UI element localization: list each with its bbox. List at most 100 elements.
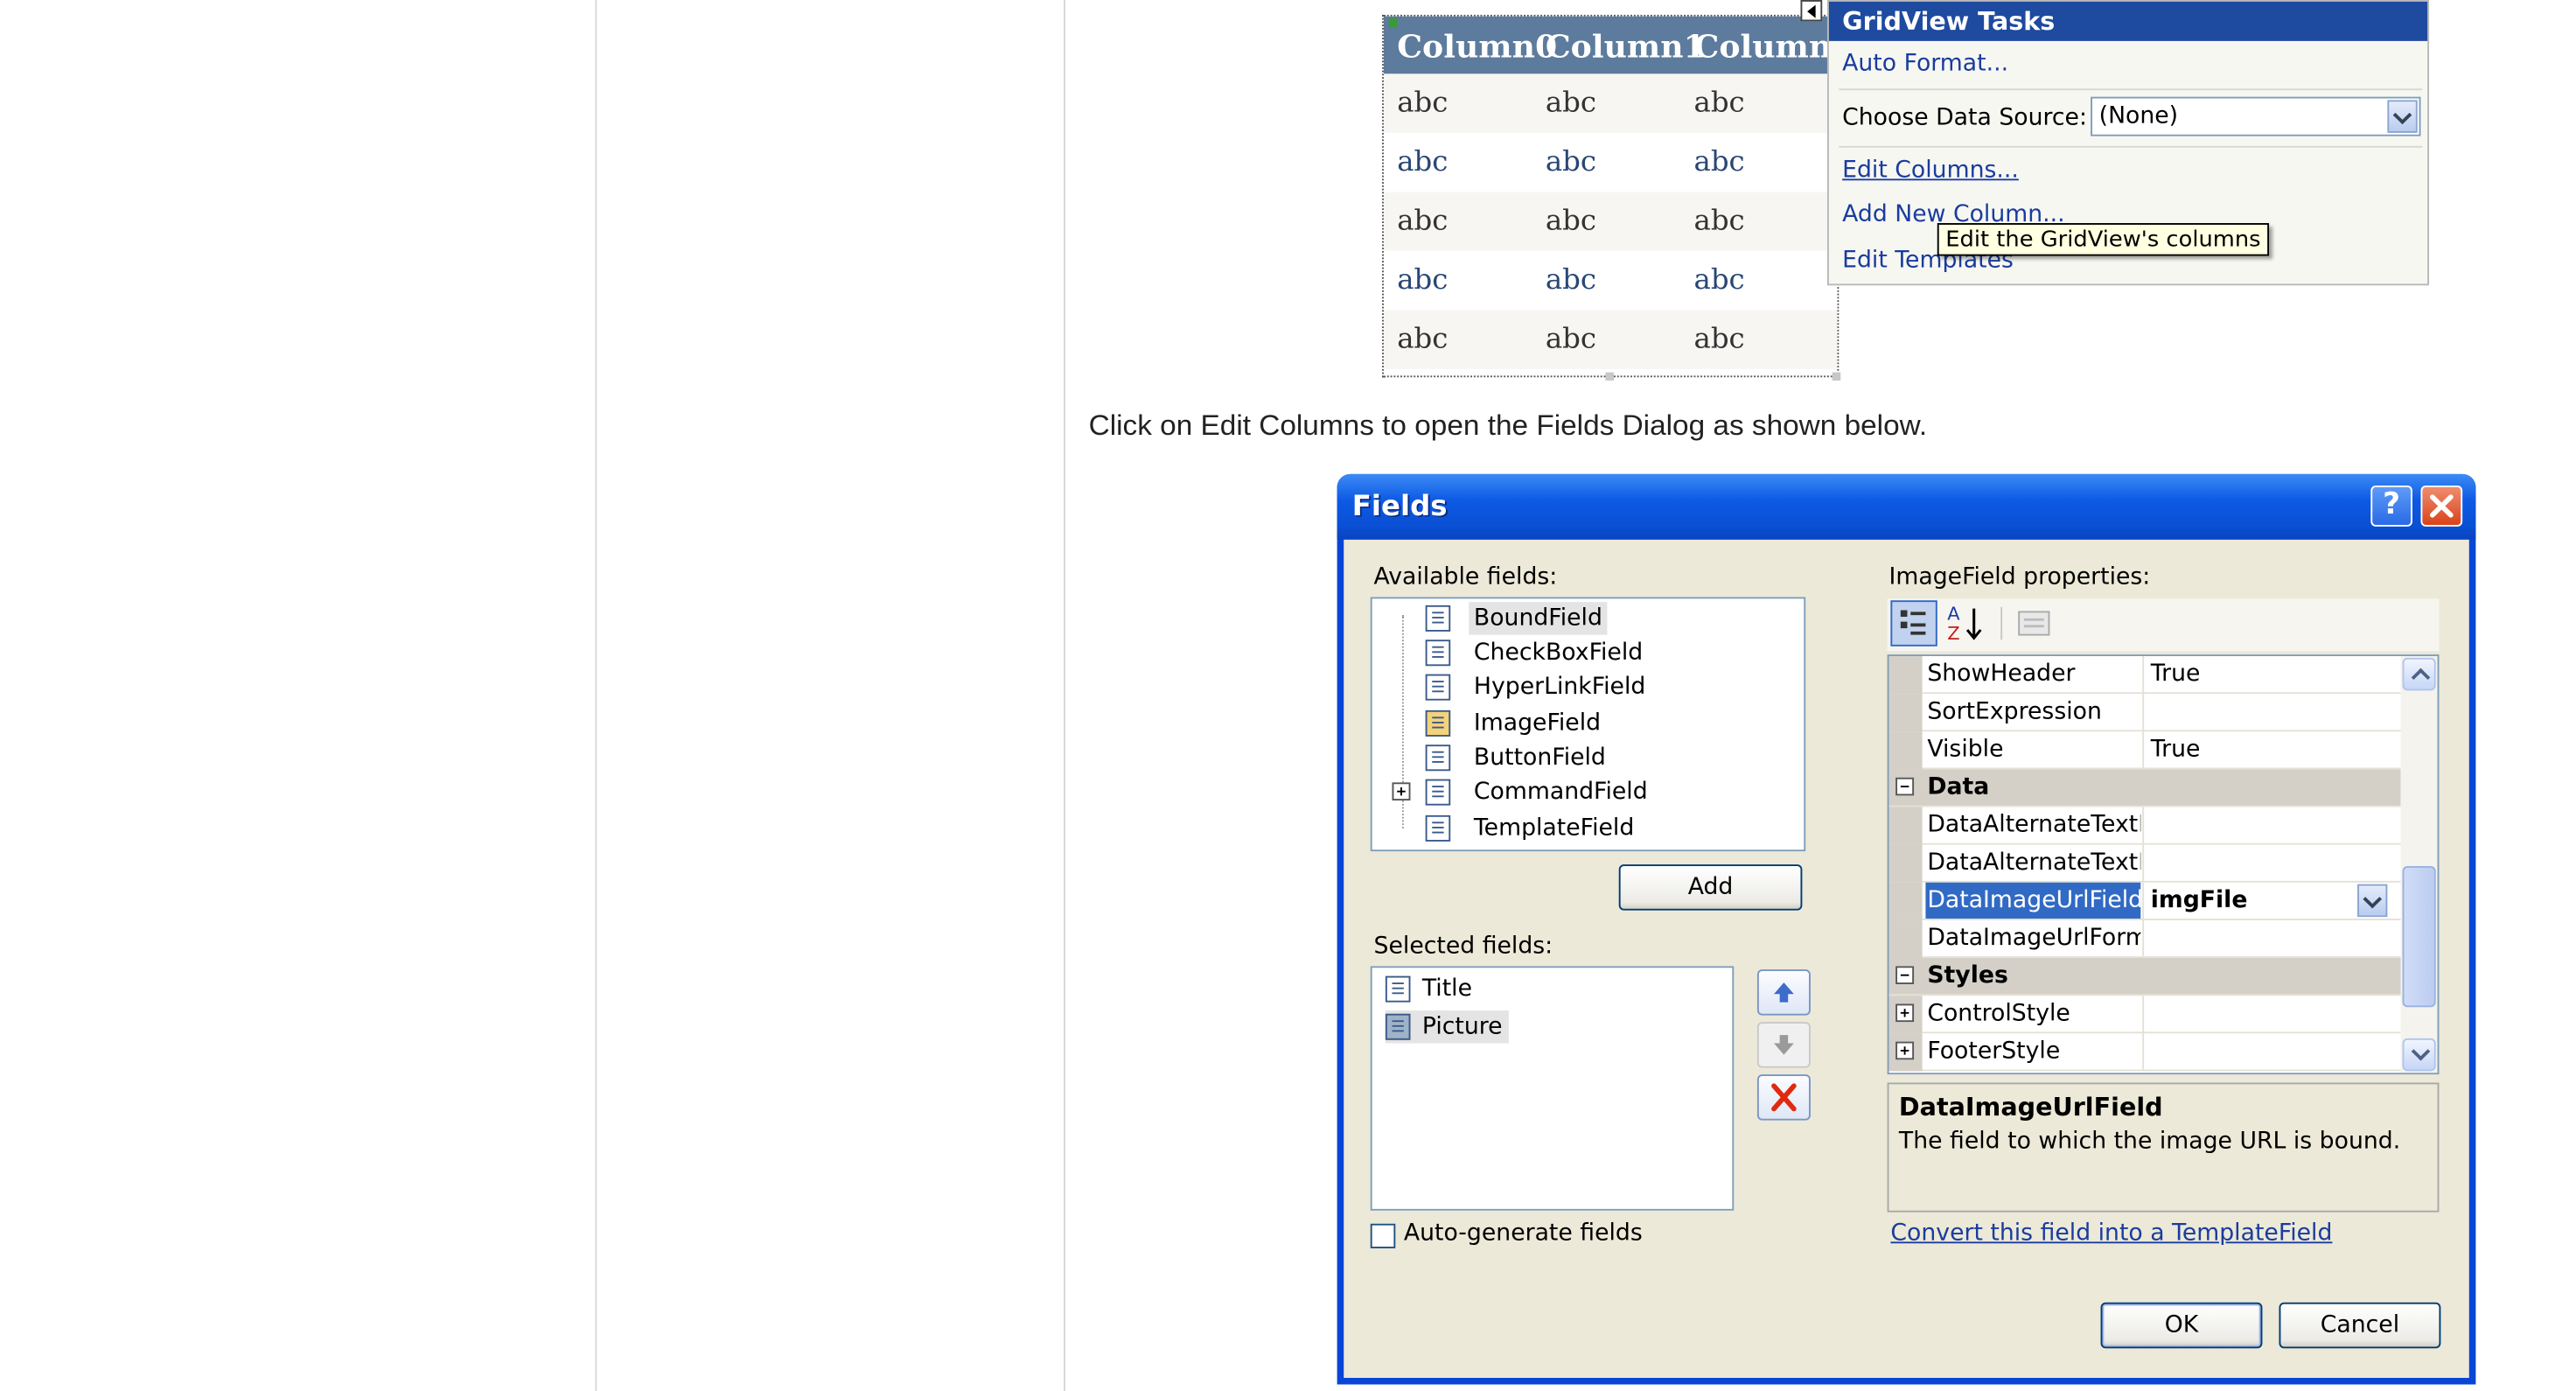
dialog-client: Available fields: BoundField CheckBoxFie… xyxy=(1344,539,2469,1378)
grid-row: abc abc abc xyxy=(1383,310,1838,369)
property-gutter xyxy=(1888,919,1923,958)
grid-cell: abc xyxy=(1397,205,1449,238)
property-gutter xyxy=(1888,807,1923,845)
grid-header-row: Column0 Column1 Column2 xyxy=(1383,16,1853,74)
property-row-selected[interactable]: DataImageUrlField imgFile xyxy=(1888,882,2401,920)
property-pages-button[interactable] xyxy=(2011,600,2057,647)
property-row[interactable]: ShowHeader True xyxy=(1888,656,2401,695)
categorized-icon xyxy=(1900,610,1926,635)
page-divider-left xyxy=(595,0,597,1391)
property-name: DataImageUrlForma xyxy=(1927,925,2141,952)
expand-plus-icon[interactable] xyxy=(1895,1041,1915,1060)
property-value[interactable]: imgFile xyxy=(2151,887,2248,913)
selected-fields-list[interactable]: Title Picture xyxy=(1370,966,1735,1211)
hyperlinkfield-icon xyxy=(1425,674,1451,701)
delete-field-button[interactable] xyxy=(1756,1074,1811,1121)
boundfield-icon xyxy=(1425,605,1451,632)
resize-handle-corner[interactable] xyxy=(1832,372,1841,381)
property-gutter xyxy=(1888,844,1923,883)
property-row[interactable]: SortExpression xyxy=(1888,694,2401,732)
grid-header-cell: Column1 xyxy=(1545,29,1706,66)
property-pages-icon xyxy=(2018,611,2050,636)
list-item-picture[interactable]: Picture xyxy=(1385,1010,1509,1044)
resize-handle[interactable] xyxy=(1605,372,1615,381)
ok-button[interactable]: OK xyxy=(2100,1302,2263,1349)
property-value[interactable]: True xyxy=(2151,661,2201,688)
property-gutter xyxy=(1888,1033,1923,1072)
property-scrollbar[interactable] xyxy=(2400,656,2438,1073)
property-name: DataAlternateTextF xyxy=(1927,812,2141,839)
close-button[interactable] xyxy=(2420,486,2463,527)
checkboxfield-icon xyxy=(1425,640,1451,667)
available-fields-label: Available fields: xyxy=(1373,564,1558,591)
property-value[interactable]: True xyxy=(2151,737,2201,763)
fields-dialog: Fields ? Available fields: BoundField Ch… xyxy=(1337,473,2476,1385)
property-description: DataImageUrlField The field to which the… xyxy=(1887,1082,2440,1213)
property-row[interactable]: FooterStyle xyxy=(1888,1033,2401,1072)
tasks-title: GridView Tasks xyxy=(1828,1,2428,41)
property-divider xyxy=(2142,731,2145,770)
tree-item-label: BoundField xyxy=(1469,602,1608,635)
list-item-label: Title xyxy=(1421,975,1473,1003)
tree-item-label: CommandField xyxy=(1473,779,1648,806)
list-item-label: Picture xyxy=(1421,1013,1503,1040)
property-category-data[interactable]: Data xyxy=(1888,769,2401,807)
move-down-button[interactable] xyxy=(1756,1022,1811,1068)
property-row[interactable]: ControlStyle xyxy=(1888,996,2401,1034)
grid-cell: abc xyxy=(1545,87,1597,120)
property-row[interactable]: DataAlternateTextF xyxy=(1888,844,2401,883)
edit-columns-link[interactable]: Edit Columns... xyxy=(1842,157,2019,184)
svg-text:Z: Z xyxy=(1947,623,1959,644)
dialog-title: Fields xyxy=(1351,490,1448,524)
convert-to-templatefield-link[interactable]: Convert this field into a TemplateField xyxy=(1890,1220,2332,1247)
gridview-preview[interactable]: Column0 Column1 Column2 abc abc abc abc … xyxy=(1382,14,1853,378)
grid-row: abc abc abc xyxy=(1383,250,1838,311)
data-source-select[interactable]: (None) xyxy=(2091,96,2421,136)
property-row[interactable]: Visible True xyxy=(1888,731,2401,770)
property-gutter xyxy=(1888,731,1923,770)
svg-text:A: A xyxy=(1947,604,1960,625)
grid-header-cell: Column0 xyxy=(1397,29,1558,66)
property-row[interactable]: DataImageUrlForma xyxy=(1888,919,2401,958)
grid-cell: abc xyxy=(1397,145,1449,179)
chevron-down-icon[interactable] xyxy=(2387,100,2418,133)
property-divider xyxy=(2142,844,2145,883)
collapse-minus-icon[interactable] xyxy=(1895,777,1915,796)
grid-cell: abc xyxy=(1693,205,1745,238)
collapse-minus-icon[interactable] xyxy=(1895,966,1915,984)
property-row[interactable]: DataAlternateTextF xyxy=(1888,807,2401,845)
property-grid[interactable]: ShowHeader True SortExpression Visible T… xyxy=(1887,654,2440,1075)
tree-item-label: ImageField xyxy=(1473,709,1602,737)
properties-label: ImageField properties: xyxy=(1888,564,2151,591)
help-button[interactable]: ? xyxy=(2370,486,2412,527)
add-button[interactable]: Add xyxy=(1618,864,1803,911)
scroll-thumb[interactable] xyxy=(2402,866,2436,1008)
instruction-text: Click on Edit Columns to open the Fields… xyxy=(1088,408,1928,442)
imagefield-icon xyxy=(1425,709,1451,737)
auto-generate-checkbox[interactable] xyxy=(1370,1223,1396,1248)
property-name: ControlStyle xyxy=(1927,1000,2070,1027)
commandfield-icon xyxy=(1425,779,1451,806)
alphabetical-button[interactable]: A Z xyxy=(1942,600,1988,647)
property-gutter xyxy=(1888,996,1923,1034)
expand-plus-icon[interactable] xyxy=(1392,782,1411,800)
property-category-styles[interactable]: Styles xyxy=(1888,958,2401,996)
available-fields-tree[interactable]: BoundField CheckBoxField HyperLinkField … xyxy=(1370,597,1806,852)
scroll-down-icon[interactable] xyxy=(2402,1038,2436,1072)
property-divider xyxy=(2142,694,2145,732)
control-marker-icon xyxy=(1388,17,1398,28)
dialog-titlebar[interactable]: Fields ? xyxy=(1337,473,2476,540)
move-up-button[interactable] xyxy=(1756,969,1811,1016)
delete-icon xyxy=(1771,1083,1797,1112)
cancel-button[interactable]: Cancel xyxy=(2279,1302,2441,1349)
scroll-up-icon[interactable] xyxy=(2402,657,2436,691)
tasks-separator xyxy=(1839,145,2423,148)
categorized-button[interactable] xyxy=(1890,600,1937,647)
sort-az-icon: A Z xyxy=(1947,604,1982,644)
grid-cell: abc xyxy=(1693,145,1745,179)
chevron-down-icon[interactable] xyxy=(2357,884,2388,918)
property-name: ShowHeader xyxy=(1927,661,2076,688)
smart-tag-arrow-icon[interactable] xyxy=(1800,0,1823,22)
expand-plus-icon[interactable] xyxy=(1895,1003,1915,1023)
auto-format-link[interactable]: Auto Format... xyxy=(1842,51,2008,77)
